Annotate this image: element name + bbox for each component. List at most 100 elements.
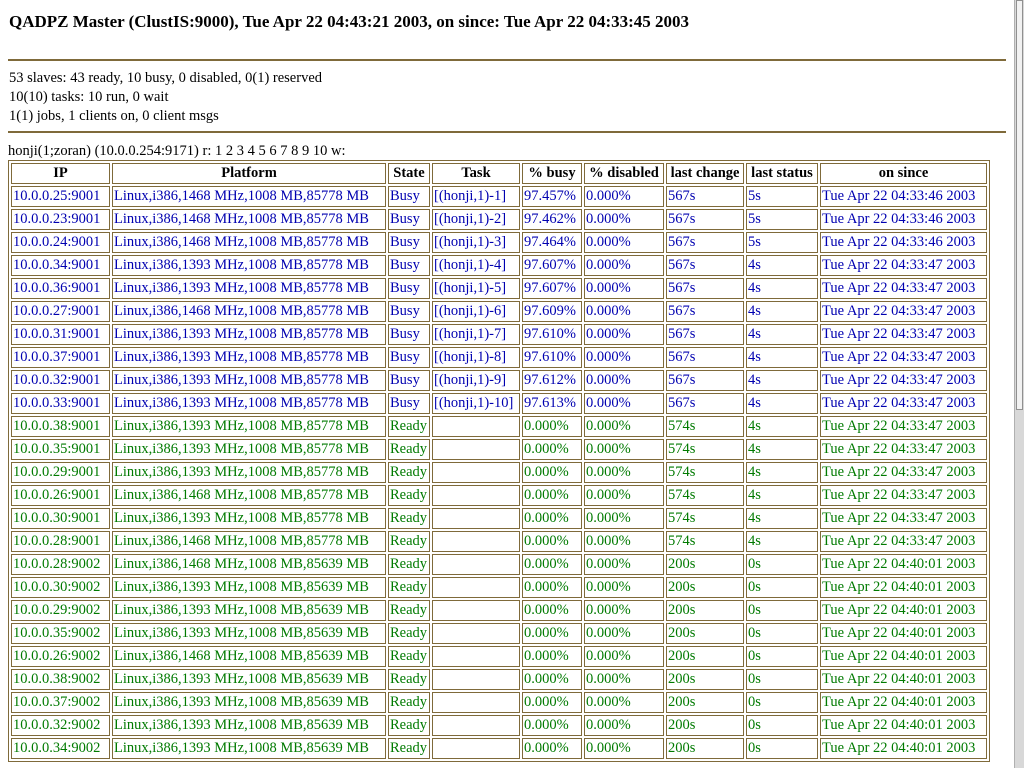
- cell-last-status: 5s: [746, 232, 818, 253]
- page-title: QADPZ Master (ClustIS:9000), Tue Apr 22 …: [9, 12, 690, 31]
- cell-on-since: Tue Apr 22 04:33:47 2003: [820, 508, 987, 529]
- cell-last-status: 4s: [746, 347, 818, 368]
- cell-busy: 0.000%: [522, 508, 582, 529]
- table-row: 10.0.0.28:9001 Linux,i386,1468 MHz,1008 M…: [11, 531, 987, 552]
- cell-state: Ready: [388, 715, 430, 736]
- cell-state: Ready: [388, 554, 430, 575]
- cell-busy: 97.609%: [522, 301, 582, 322]
- cell-platform: Linux,i386,1393 MHz,1008 MB,85778 MB: [112, 347, 386, 368]
- jobs-summary: 1(1) jobs, 1 clients on, 0 client msgs: [9, 108, 219, 124]
- cell-last-status: 5s: [746, 186, 818, 207]
- cell-disabled: 0.000%: [584, 715, 664, 736]
- cell-platform: Linux,i386,1468 MHz,1008 MB,85778 MB: [112, 485, 386, 506]
- cell-last-status: 4s: [746, 416, 818, 437]
- cell-last-change: 200s: [666, 669, 744, 690]
- cell-last-change: 200s: [666, 577, 744, 598]
- cell-busy: 97.610%: [522, 347, 582, 368]
- cell-platform: Linux,i386,1393 MHz,1008 MB,85639 MB: [112, 623, 386, 644]
- cell-ip: 10.0.0.35:9001: [11, 439, 110, 460]
- cell-last-status: 0s: [746, 715, 818, 736]
- vertical-scrollbar[interactable]: [1014, 0, 1024, 768]
- cell-busy: 0.000%: [522, 600, 582, 621]
- cell-state: Busy: [388, 301, 430, 322]
- cell-state: Busy: [388, 278, 430, 299]
- cell-platform: Linux,i386,1393 MHz,1008 MB,85639 MB: [112, 669, 386, 690]
- cell-disabled: 0.000%: [584, 232, 664, 253]
- cell-last-status: 4s: [746, 278, 818, 299]
- cell-disabled: 0.000%: [584, 692, 664, 713]
- cell-platform: Linux,i386,1468 MHz,1008 MB,85778 MB: [112, 209, 386, 230]
- cell-last-status: 0s: [746, 623, 818, 644]
- cell-disabled: 0.000%: [584, 669, 664, 690]
- cell-ip: 10.0.0.31:9001: [11, 324, 110, 345]
- cell-on-since: Tue Apr 22 04:33:47 2003: [820, 347, 987, 368]
- cell-last-change: 200s: [666, 738, 744, 759]
- header-last-change: last change: [666, 163, 744, 184]
- cell-task: [(honji,1)-4]: [432, 255, 520, 276]
- cell-task: [(honji,1)-5]: [432, 278, 520, 299]
- cell-on-since: Tue Apr 22 04:33:47 2003: [820, 485, 987, 506]
- cell-last-change: 200s: [666, 692, 744, 713]
- cell-last-change: 574s: [666, 416, 744, 437]
- cell-ip: 10.0.0.27:9001: [11, 301, 110, 322]
- cell-state: Busy: [388, 186, 430, 207]
- table-row: 10.0.0.34:9002 Linux,i386,1393 MHz,1008 M…: [11, 738, 987, 759]
- cell-state: Ready: [388, 623, 430, 644]
- cell-platform: Linux,i386,1393 MHz,1008 MB,85778 MB: [112, 439, 386, 460]
- cell-on-since: Tue Apr 22 04:40:01 2003: [820, 715, 987, 736]
- cell-ip: 10.0.0.23:9001: [11, 209, 110, 230]
- header-ip: IP: [11, 163, 110, 184]
- cell-disabled: 0.000%: [584, 278, 664, 299]
- cell-on-since: Tue Apr 22 04:40:01 2003: [820, 692, 987, 713]
- table-row: 10.0.0.25:9001 Linux,i386,1468 MHz,1008 M…: [11, 186, 987, 207]
- cell-last-status: 4s: [746, 370, 818, 391]
- cell-last-change: 574s: [666, 439, 744, 460]
- cell-task: [(honji,1)-7]: [432, 324, 520, 345]
- cell-ip: 10.0.0.38:9002: [11, 669, 110, 690]
- cell-busy: 0.000%: [522, 416, 582, 437]
- cell-busy: 0.000%: [522, 669, 582, 690]
- cell-ip: 10.0.0.38:9001: [11, 416, 110, 437]
- cell-ip: 10.0.0.29:9002: [11, 600, 110, 621]
- cell-state: Busy: [388, 324, 430, 345]
- table-row: 10.0.0.32:9002 Linux,i386,1393 MHz,1008 M…: [11, 715, 987, 736]
- cell-on-since: Tue Apr 22 04:33:46 2003: [820, 209, 987, 230]
- cell-disabled: 0.000%: [584, 370, 664, 391]
- table-header-row: IP Platform State Task % busy % disabled…: [11, 163, 987, 184]
- cell-task: [(honji,1)-10]: [432, 393, 520, 414]
- cell-last-status: 0s: [746, 646, 818, 667]
- cell-state: Busy: [388, 232, 430, 253]
- cell-on-since: Tue Apr 22 04:33:47 2003: [820, 278, 987, 299]
- cell-state: Ready: [388, 462, 430, 483]
- job-line: honji(1;zoran) (10.0.0.254:9171) r: 1 2 …: [8, 143, 346, 159]
- cell-platform: Linux,i386,1393 MHz,1008 MB,85778 MB: [112, 370, 386, 391]
- cell-last-status: 4s: [746, 255, 818, 276]
- cell-disabled: 0.000%: [584, 301, 664, 322]
- cell-busy: 0.000%: [522, 531, 582, 552]
- header-state: State: [388, 163, 430, 184]
- cell-task: [432, 439, 520, 460]
- cell-task: [432, 692, 520, 713]
- cell-last-change: 574s: [666, 508, 744, 529]
- scrollbar-thumb[interactable]: [1016, 0, 1023, 410]
- cell-last-status: 4s: [746, 485, 818, 506]
- cell-state: Ready: [388, 738, 430, 759]
- table-row: 10.0.0.35:9001 Linux,i386,1393 MHz,1008 M…: [11, 439, 987, 460]
- divider: [8, 59, 1006, 61]
- cell-last-change: 567s: [666, 232, 744, 253]
- cell-last-change: 567s: [666, 209, 744, 230]
- cell-last-status: 4s: [746, 301, 818, 322]
- cell-platform: Linux,i386,1468 MHz,1008 MB,85639 MB: [112, 554, 386, 575]
- cell-state: Busy: [388, 255, 430, 276]
- table-row: 10.0.0.29:9002 Linux,i386,1393 MHz,1008 M…: [11, 600, 987, 621]
- cell-last-status: 4s: [746, 508, 818, 529]
- cell-disabled: 0.000%: [584, 255, 664, 276]
- header-platform: Platform: [112, 163, 386, 184]
- header-on-since: on since: [820, 163, 987, 184]
- cell-platform: Linux,i386,1393 MHz,1008 MB,85639 MB: [112, 692, 386, 713]
- cell-busy: 0.000%: [522, 738, 582, 759]
- cell-on-since: Tue Apr 22 04:40:01 2003: [820, 577, 987, 598]
- cell-task: [(honji,1)-8]: [432, 347, 520, 368]
- header-last-status: last status: [746, 163, 818, 184]
- cell-last-change: 567s: [666, 186, 744, 207]
